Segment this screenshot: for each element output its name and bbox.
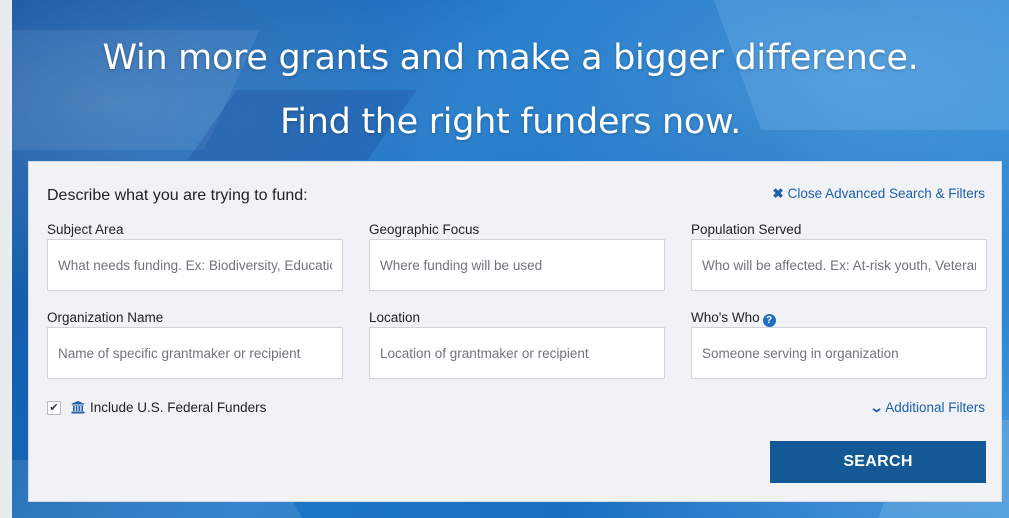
- search-prompt: Describe what you are trying to fund:: [47, 187, 308, 204]
- whos-who-input[interactable]: [691, 327, 987, 379]
- government-building-icon: [71, 401, 85, 414]
- close-advanced-label: Close Advanced Search & Filters: [787, 186, 985, 201]
- hero-subheadline: Find the right funders now.: [280, 102, 741, 142]
- organization-name-input[interactable]: [47, 327, 343, 379]
- close-advanced-search-link[interactable]: ✖ Close Advanced Search & Filters: [772, 186, 985, 202]
- chevron-down-icon: ⌄: [869, 400, 884, 415]
- location-input[interactable]: [369, 327, 665, 379]
- geographic-focus-input[interactable]: [369, 239, 665, 291]
- geographic-focus-label: Geographic Focus: [369, 222, 480, 237]
- federal-funders-label: Include U.S. Federal Funders: [90, 400, 267, 415]
- whos-who-label: Who's Who?: [691, 310, 776, 327]
- subject-area-input[interactable]: [47, 239, 343, 291]
- federal-funders-checkbox[interactable]: ✔: [47, 400, 61, 415]
- search-panel: Describe what you are trying to fund: ✖ C…: [28, 161, 1002, 502]
- x-icon: ✖: [772, 186, 784, 201]
- additional-filters-link[interactable]: ⌄Additional Filters: [869, 400, 985, 416]
- subject-area-label: Subject Area: [47, 222, 124, 237]
- hero-headline: Win more grants and make a bigger differ…: [102, 38, 919, 78]
- additional-filters-label: Additional Filters: [885, 400, 985, 415]
- search-button[interactable]: SEARCH: [770, 441, 986, 483]
- whos-who-label-text: Who's Who: [691, 310, 760, 325]
- population-served-label: Population Served: [691, 222, 802, 237]
- organization-name-label: Organization Name: [47, 310, 164, 325]
- population-served-input[interactable]: [691, 239, 987, 291]
- question-circle-icon[interactable]: ?: [762, 314, 776, 327]
- location-label: Location: [369, 310, 421, 325]
- federal-funders-option[interactable]: ✔ Include U.S. Federal Funders: [47, 400, 266, 415]
